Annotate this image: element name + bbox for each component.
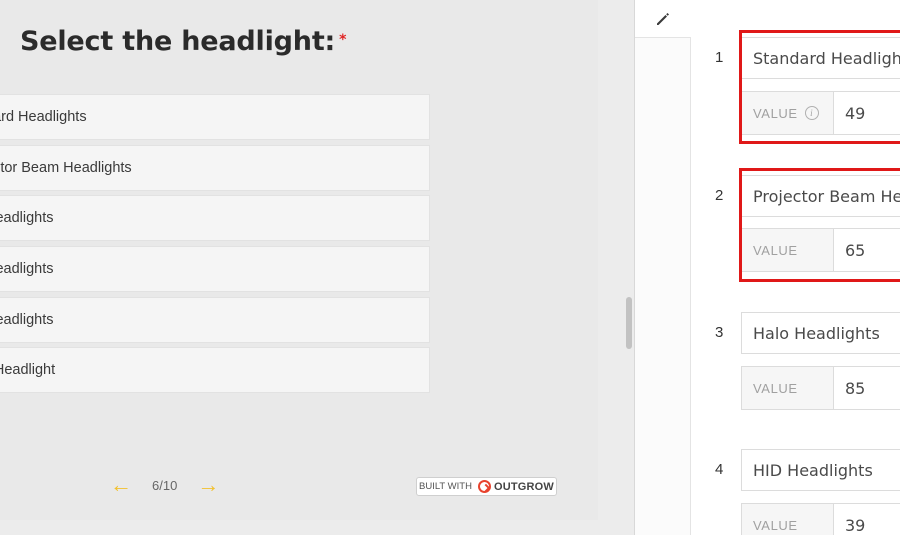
value-row: VALUE 85 — [741, 366, 900, 410]
question-title: Select the headlight: * — [20, 26, 346, 57]
quiz-preview-panel: Select the headlight:* dard Headlights e… — [0, 0, 598, 520]
option-label: Headlights — [0, 312, 54, 328]
outgrow-logo-icon — [477, 480, 491, 493]
value-label: VALUE i — [742, 92, 834, 134]
option-hid-headlights[interactable]: Headlights — [0, 246, 430, 292]
arrow-right-icon[interactable]: → — [197, 474, 219, 496]
value-label-text: VALUE — [753, 105, 798, 121]
page-indicator: 6/10 — [152, 477, 178, 493]
option-label: Headlights — [0, 210, 54, 226]
value-row: VALUE i 49 — [741, 91, 900, 135]
option-standard-headlights[interactable]: dard Headlights — [0, 94, 430, 140]
option-label: dard Headlights — [0, 109, 87, 125]
options-editor-panel: 1 Standard Headligh VALUE i 49 2 Project… — [634, 0, 900, 535]
scrollbar-thumb[interactable] — [626, 297, 632, 349]
question-title-text: Select the headlight: — [20, 26, 336, 57]
row-number: 2 — [715, 187, 724, 204]
row-number: 3 — [715, 324, 724, 341]
edit-button[interactable] — [635, 0, 691, 38]
option-label-input[interactable]: Halo Headlights — [741, 312, 900, 354]
value-row: VALUE 65 — [741, 228, 900, 272]
value-row: VALUE 39 — [741, 503, 900, 535]
required-marker: * — [339, 32, 347, 48]
option-led-headlights[interactable]: Headlights — [0, 297, 430, 343]
value-input[interactable]: 85 — [834, 367, 900, 409]
arrow-left-icon[interactable]: ← — [110, 474, 132, 496]
value-input[interactable]: 65 — [834, 229, 900, 271]
info-icon[interactable]: i — [804, 106, 819, 120]
value-input[interactable]: 49 — [834, 92, 900, 134]
row-number: 1 — [715, 49, 724, 66]
value-input[interactable]: 39 — [834, 504, 900, 535]
option-label: r Headlight — [0, 362, 56, 378]
pager: ← 6/10 → — [110, 474, 219, 496]
option-halo-headlights[interactable]: Headlights — [0, 195, 430, 241]
option-label-input[interactable]: Standard Headligh — [741, 37, 900, 79]
option-label-input[interactable]: Projector Beam He — [741, 175, 900, 217]
built-with-badge[interactable]: BUILT WITH OUTGROW — [416, 477, 557, 496]
editor-toolbar — [635, 0, 691, 535]
built-with-prefix: BUILT WITH — [418, 481, 472, 492]
value-label: VALUE — [742, 229, 834, 271]
option-label: Headlights — [0, 261, 54, 277]
option-laser-headlight[interactable]: r Headlight — [0, 347, 430, 393]
option-label: ector Beam Headlights — [0, 160, 132, 176]
built-with-brand: OUTGROW — [493, 480, 555, 493]
option-projector-beam-headlights[interactable]: ector Beam Headlights — [0, 145, 430, 191]
question-card: Select the headlight:* dard Headlights e… — [0, 0, 585, 508]
pencil-icon — [657, 12, 669, 25]
value-label: VALUE — [742, 504, 834, 535]
option-label-input[interactable]: HID Headlights — [741, 449, 900, 491]
value-label: VALUE — [742, 367, 834, 409]
row-number: 4 — [715, 461, 724, 478]
